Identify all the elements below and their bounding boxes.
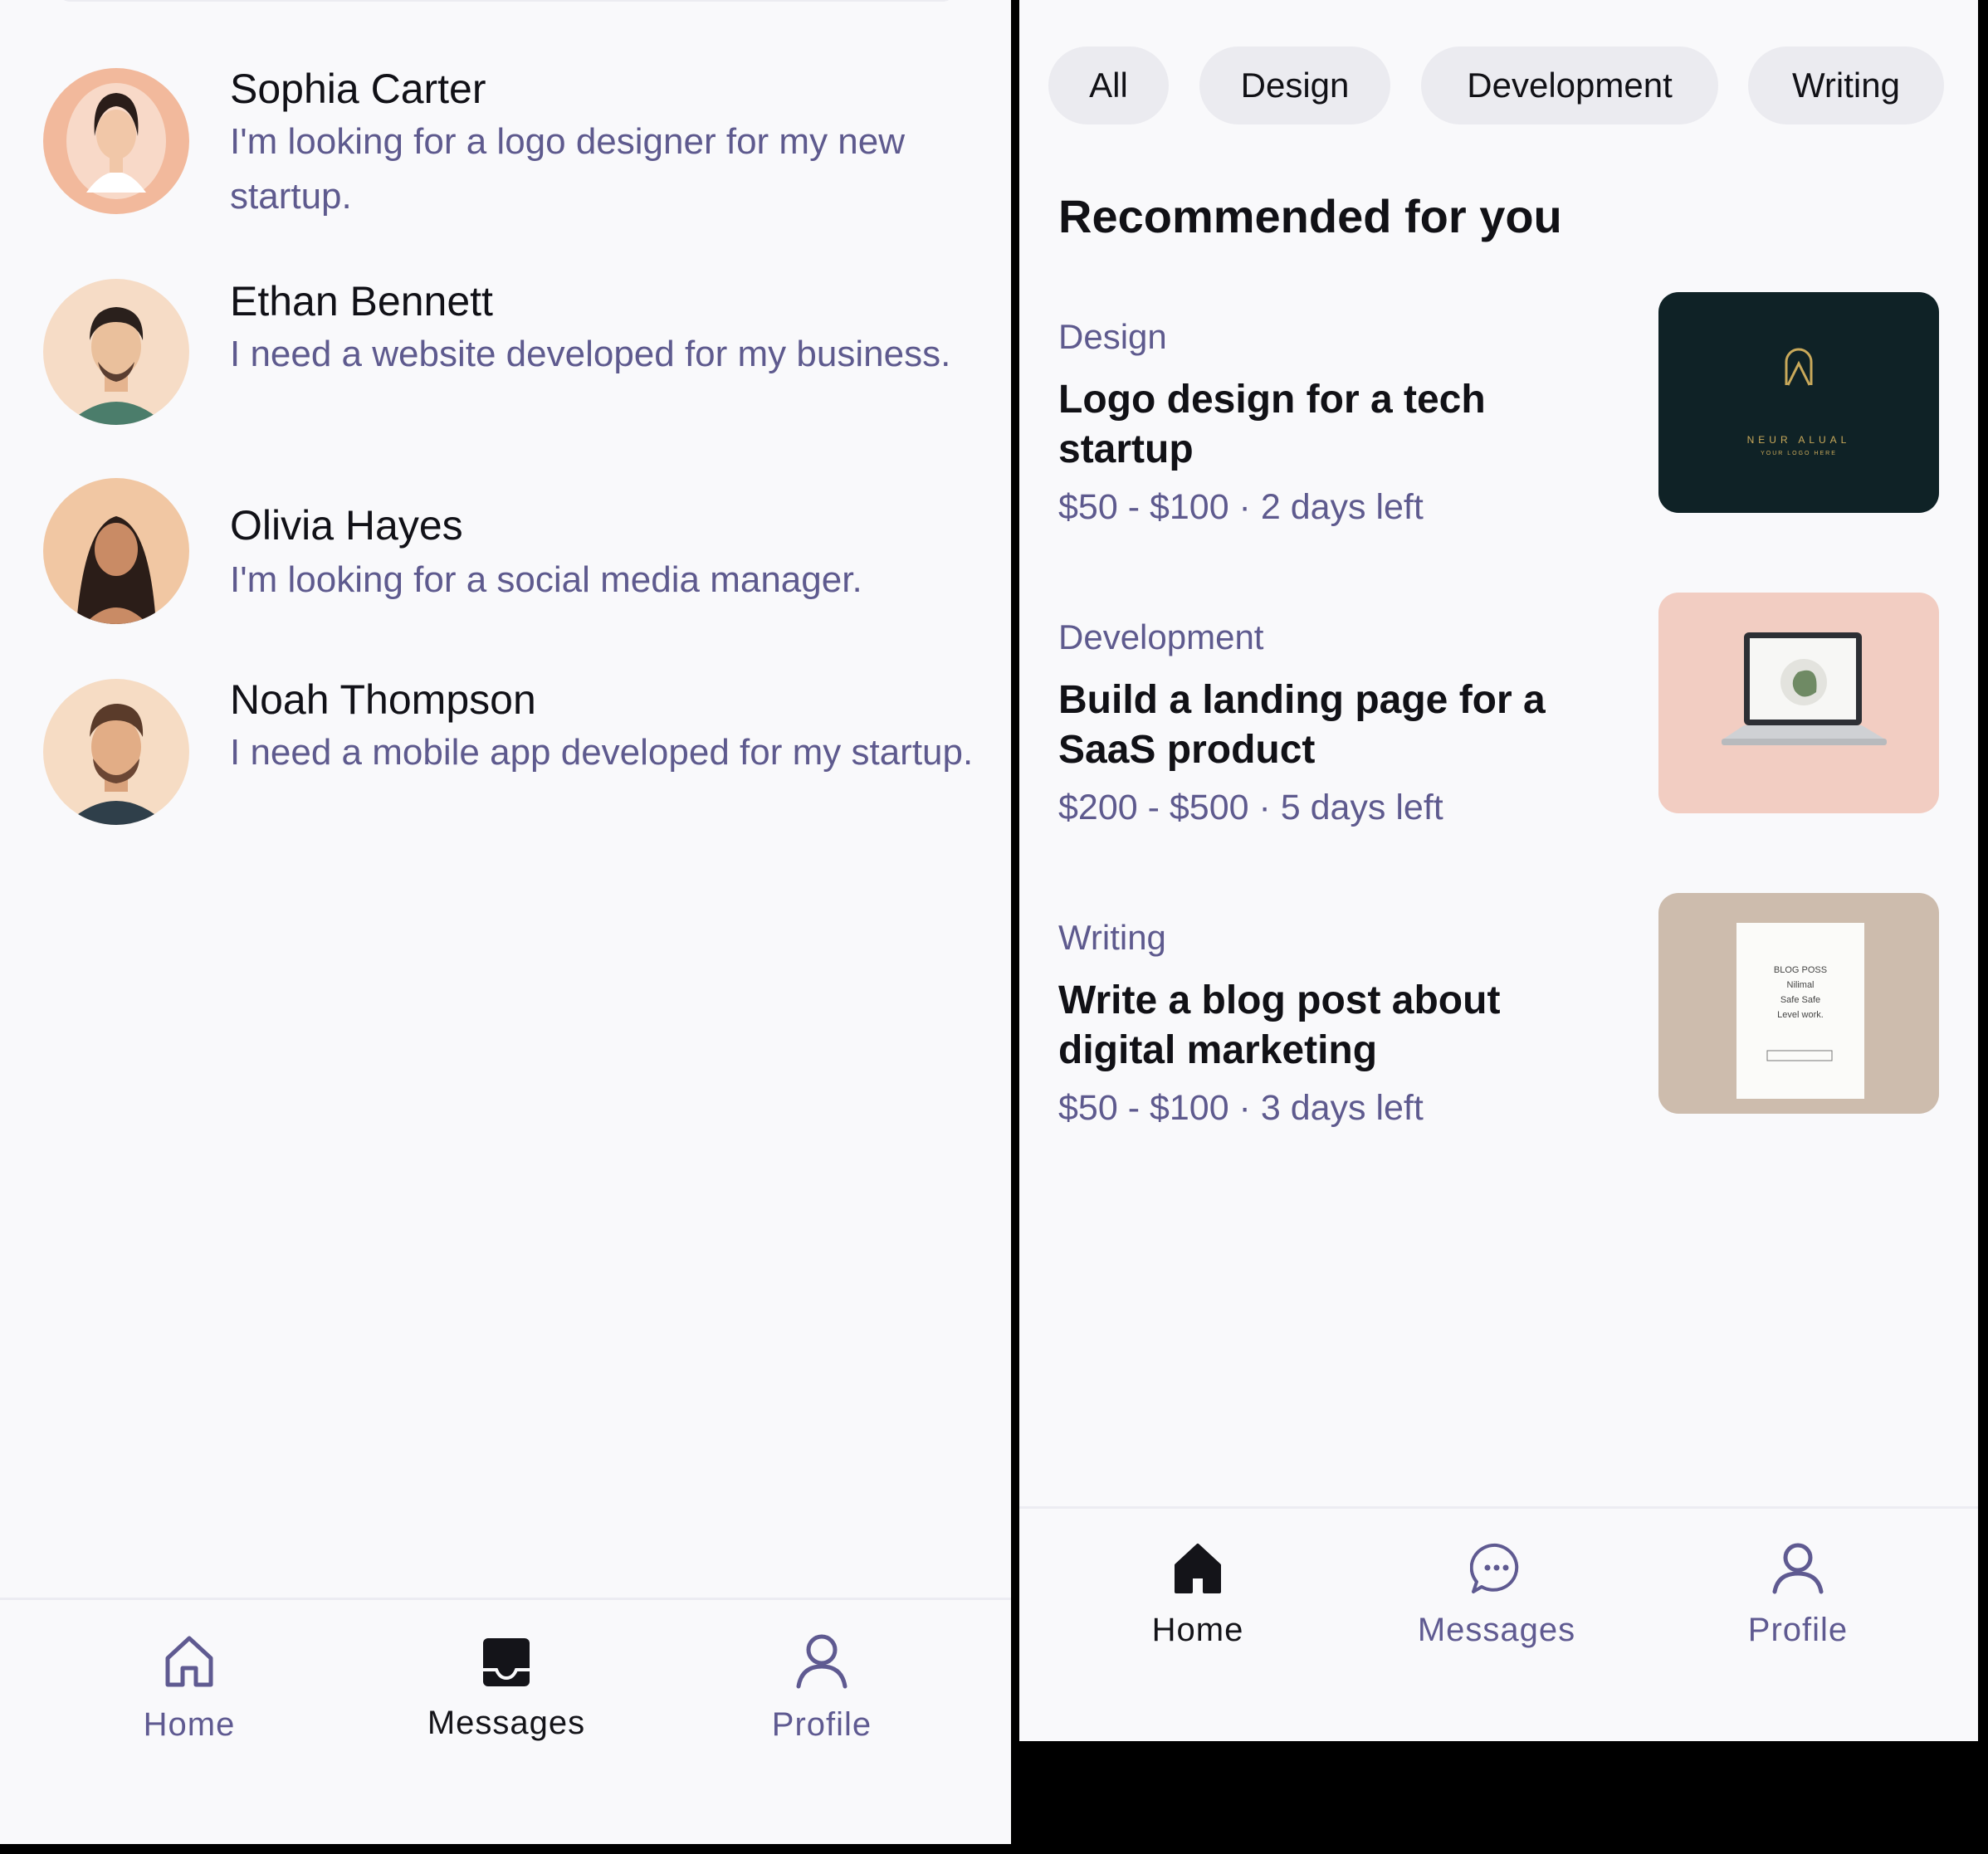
contact-name: Noah Thompson xyxy=(230,676,536,723)
filter-chip-design[interactable]: Design xyxy=(1199,46,1390,124)
nav-messages[interactable]: Messages xyxy=(1405,1542,1588,1649)
nav-label: Home xyxy=(143,1706,236,1743)
job-card[interactable]: Development Build a landing page for a S… xyxy=(1019,593,1978,842)
filter-chip-development[interactable]: Development xyxy=(1421,46,1718,124)
job-card[interactable]: Writing Write a blog post about digital … xyxy=(1019,893,1978,1142)
nav-profile[interactable]: Profile xyxy=(1715,1542,1881,1649)
job-category: Development xyxy=(1058,617,1264,656)
nav-profile[interactable]: Profile xyxy=(739,1633,905,1744)
job-meta: $200 - $500 · 5 days left xyxy=(1058,788,1443,827)
nav-label: Home xyxy=(1151,1612,1244,1648)
search-bar-edge[interactable] xyxy=(58,0,955,2)
avatar xyxy=(43,68,189,214)
home-icon xyxy=(1175,1544,1221,1593)
job-thumbnail-logo: NEUR ALUAL YOUR LOGO HERE xyxy=(1658,292,1939,513)
message-preview: I need a mobile app developed for my sta… xyxy=(230,732,974,773)
chat-icon xyxy=(1470,1543,1519,1593)
profile-icon xyxy=(796,1634,847,1689)
job-card[interactable]: Design Logo design for a tech startup $5… xyxy=(1019,292,1978,541)
bottom-nav: Home Messages Profile xyxy=(1019,1506,1978,1741)
conversation-item-sophia[interactable]: Sophia Carter I'm looking for a logo des… xyxy=(0,58,1011,249)
home-screen: All Design Development Writing Recommend… xyxy=(1019,0,1978,1741)
filter-chip-all[interactable]: All xyxy=(1048,46,1169,124)
contact-name: Olivia Hayes xyxy=(230,502,463,549)
avatar xyxy=(43,679,189,825)
nav-home[interactable]: Home xyxy=(106,1633,272,1744)
nav-label: Messages xyxy=(1417,1612,1576,1648)
avatar xyxy=(43,478,189,624)
blog-line: Nilimal xyxy=(1787,980,1815,990)
conversation-item-noah[interactable]: Noah Thompson I need a mobile app develo… xyxy=(0,669,1011,860)
blog-line: Level work. xyxy=(1777,1010,1824,1020)
nav-label: Profile xyxy=(1747,1612,1849,1648)
messages-screen: Sophia Carter I'm looking for a logo des… xyxy=(0,0,1011,1844)
message-preview: I'm looking for a social media manager. xyxy=(230,559,862,600)
logo-subtext: YOUR LOGO HERE xyxy=(1761,451,1837,456)
job-category: Writing xyxy=(1058,918,1166,957)
nav-label: Messages xyxy=(427,1705,586,1741)
inbox-icon xyxy=(483,1638,530,1686)
contact-name: Ethan Bennett xyxy=(230,278,493,324)
job-title: Logo design for a tech startup xyxy=(1058,378,1486,471)
logo-text: NEUR ALUAL xyxy=(1747,434,1851,446)
blog-line: Safe Safe xyxy=(1780,995,1820,1005)
job-thumbnail-blog: BLOG POSS Nilimal Safe Safe Level work. xyxy=(1658,893,1939,1114)
profile-icon xyxy=(1772,1543,1824,1594)
nav-home[interactable]: Home xyxy=(1115,1542,1281,1649)
blog-line: BLOG POSS xyxy=(1774,965,1827,975)
avatar xyxy=(43,279,189,425)
conversation-item-ethan[interactable]: Ethan Bennett I need a website developed… xyxy=(0,271,1011,461)
message-preview: I'm looking for a logo designer for my n… xyxy=(230,121,906,217)
job-category: Design xyxy=(1058,317,1167,356)
section-title: Recommended for you xyxy=(1058,190,1562,242)
job-meta: $50 - $100 · 3 days left xyxy=(1058,1088,1424,1128)
job-title: Write a blog post about digital marketin… xyxy=(1058,978,1501,1072)
job-meta: $50 - $100 · 2 days left xyxy=(1058,487,1424,527)
nav-label: Profile xyxy=(771,1706,872,1743)
job-title: Build a landing page for a SaaS product xyxy=(1058,678,1546,772)
nav-messages[interactable]: Messages xyxy=(415,1637,598,1742)
filter-chip-writing[interactable]: Writing xyxy=(1748,46,1944,124)
home-icon xyxy=(165,1636,213,1687)
contact-name: Sophia Carter xyxy=(230,66,486,112)
conversation-item-olivia[interactable]: Olivia Hayes I'm looking for a social me… xyxy=(0,478,1011,674)
job-thumbnail-laptop xyxy=(1658,593,1939,813)
message-preview: I need a website developed for my busine… xyxy=(230,334,951,374)
bottom-nav: Home Messages Profile xyxy=(0,1598,1011,1844)
